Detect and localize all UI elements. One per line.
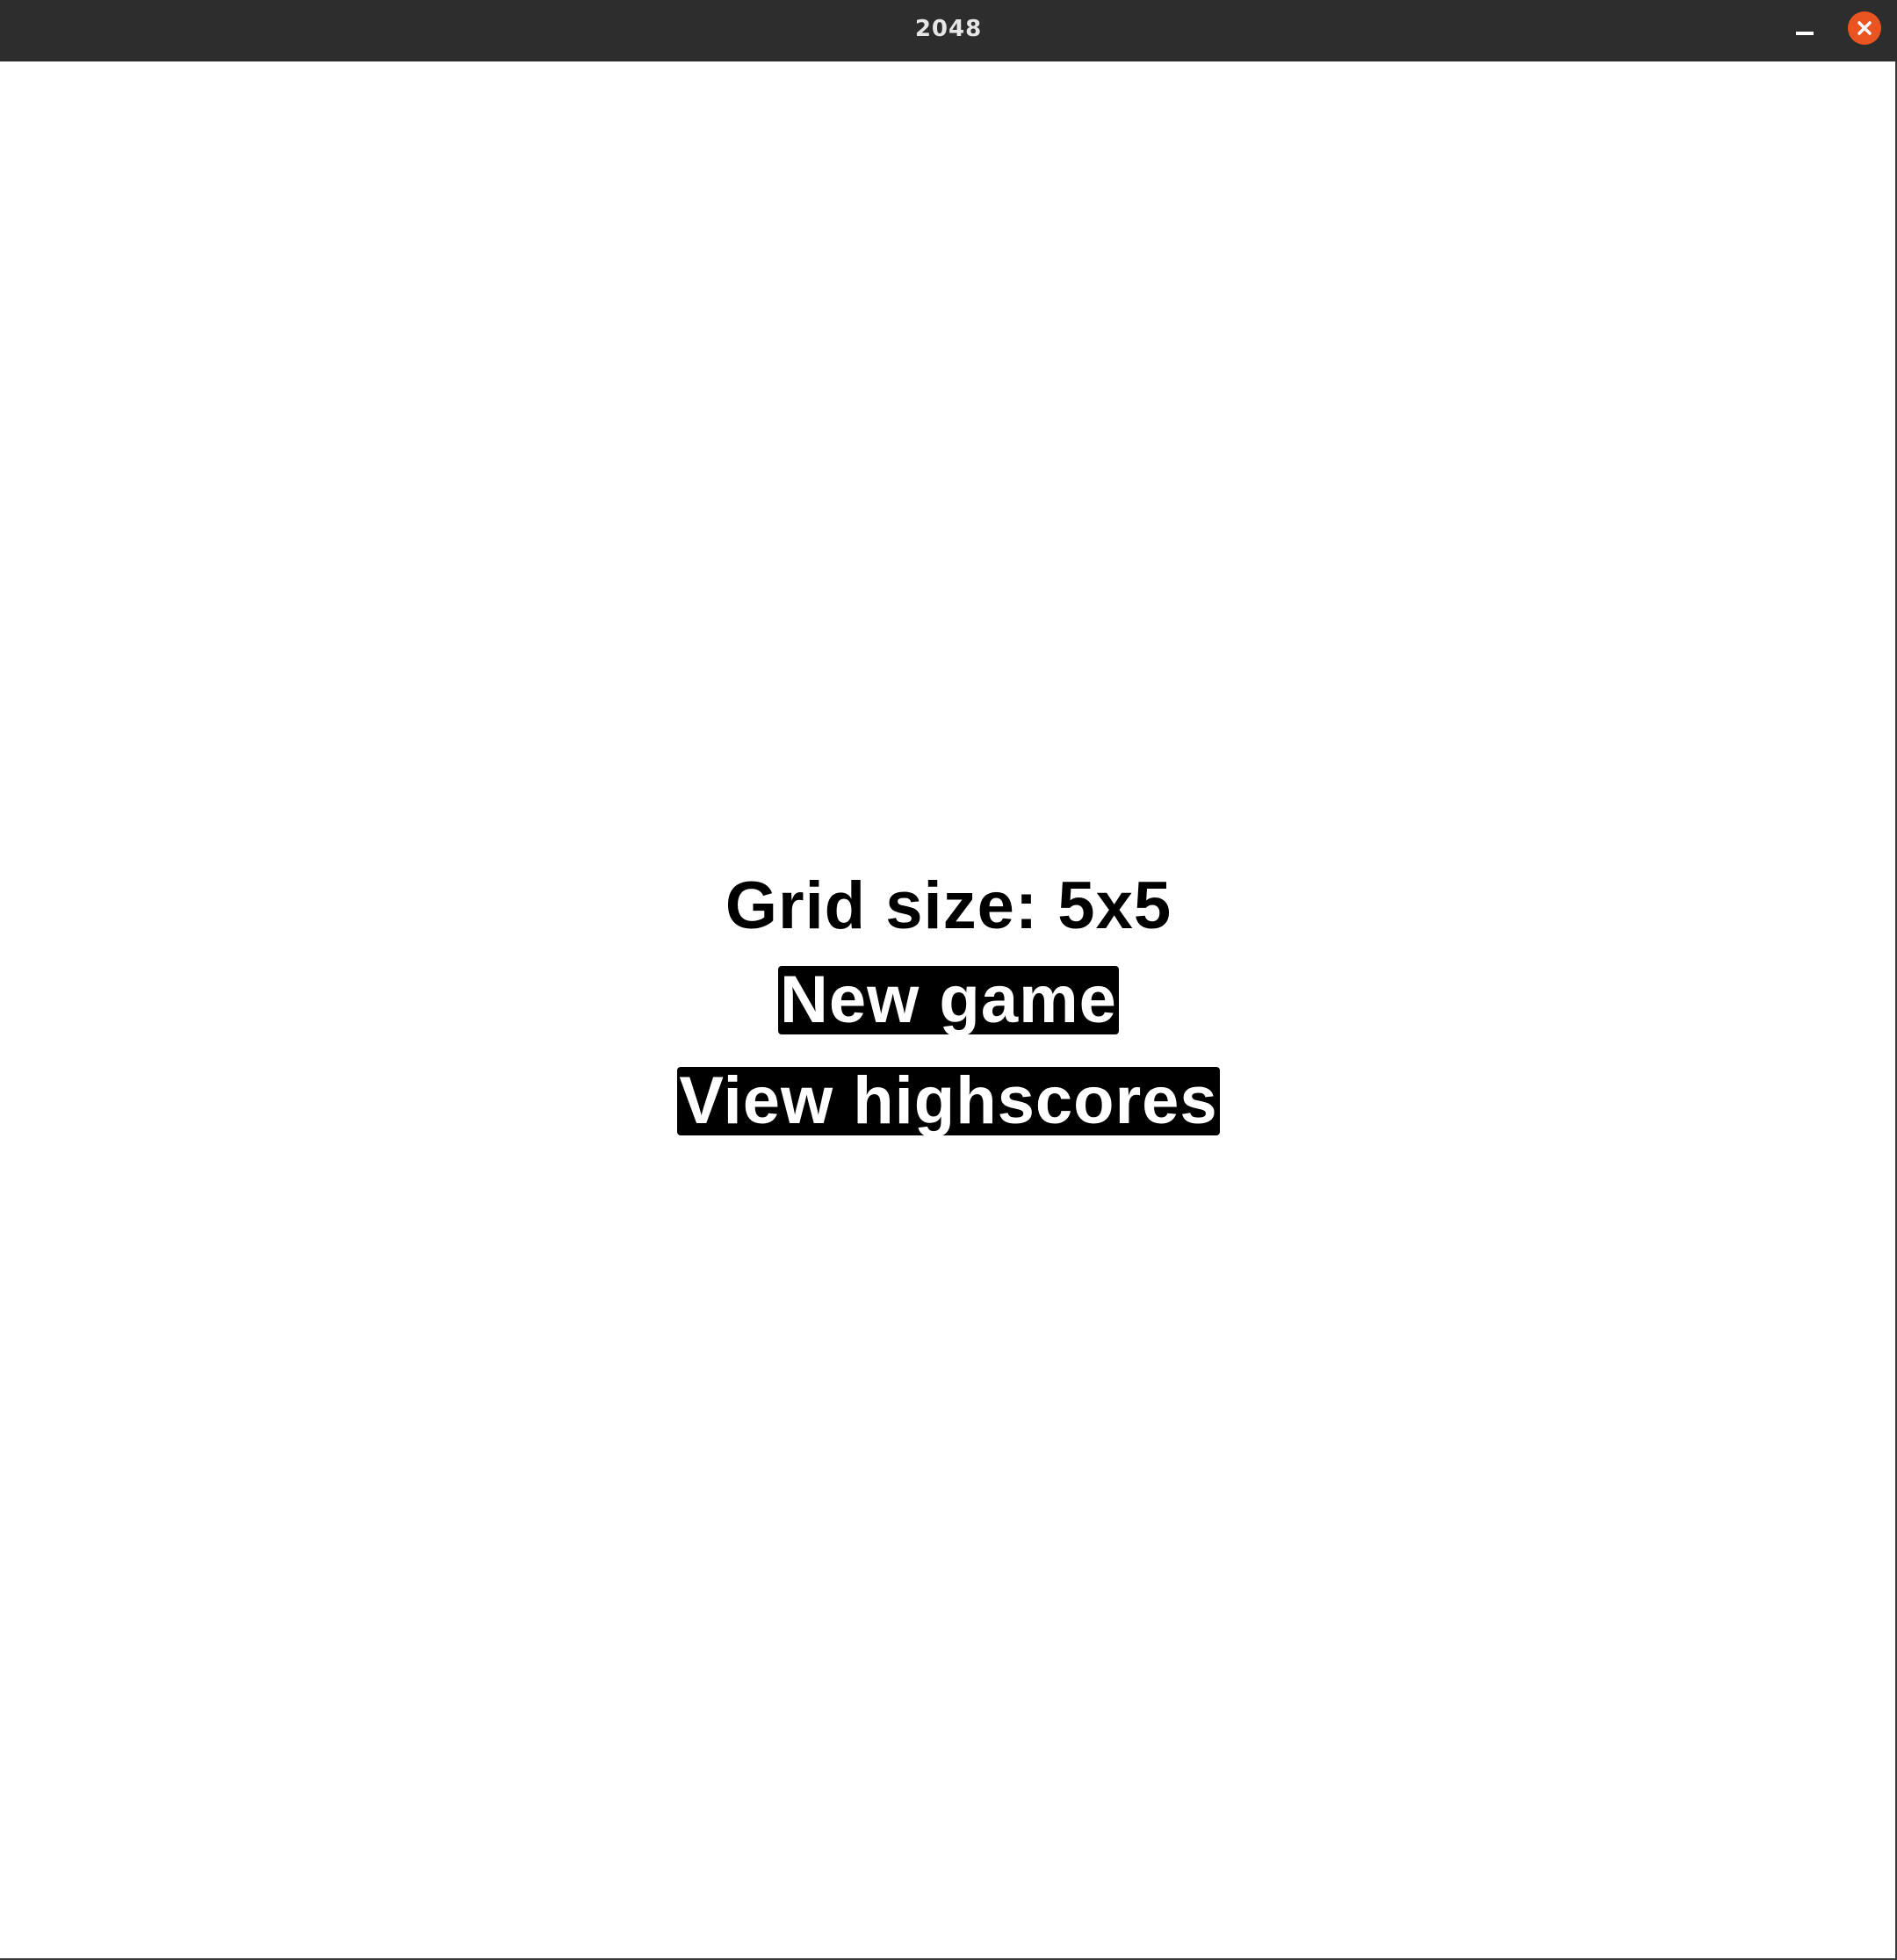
main-menu: Grid size: 5x5 New game View highscores xyxy=(0,868,1897,1135)
close-icon xyxy=(1857,21,1872,35)
window-title: 2048 xyxy=(914,16,983,42)
close-button[interactable] xyxy=(1848,11,1881,45)
new-game-button[interactable]: New game xyxy=(778,966,1119,1034)
title-bar: 2048 xyxy=(0,0,1897,61)
game-window: 2048 Grid size: 5x5 New game View highsc… xyxy=(0,0,1897,1960)
minimize-icon xyxy=(1796,32,1814,35)
grid-size-option[interactable]: Grid size: 5x5 xyxy=(725,868,1172,945)
view-highscores-button[interactable]: View highscores xyxy=(677,1067,1220,1135)
minimize-button[interactable] xyxy=(1788,12,1821,46)
